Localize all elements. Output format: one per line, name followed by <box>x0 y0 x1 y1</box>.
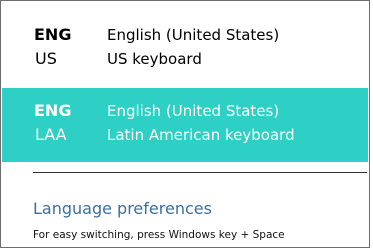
language-preferences-link[interactable]: Language preferences <box>33 199 212 219</box>
language-name: English (United States) <box>107 102 280 120</box>
keyboard-name: US keyboard <box>107 50 202 68</box>
input-method-flyout: ENG US English (United States) US keyboa… <box>0 0 370 248</box>
language-name: English (United States) <box>107 26 280 44</box>
language-code: ENG <box>34 101 72 120</box>
switching-hint: For easy switching, press Windows key + … <box>33 229 285 241</box>
input-method-item-eng-us[interactable]: ENG US English (United States) US keyboa… <box>2 12 368 86</box>
keyboard-name: Latin American keyboard <box>107 126 295 144</box>
divider <box>33 172 367 173</box>
keyboard-code: LAA <box>35 125 67 144</box>
keyboard-code: US <box>35 49 57 68</box>
language-code: ENG <box>34 25 72 44</box>
input-method-item-eng-laa[interactable]: ENG LAA English (United States) Latin Am… <box>2 88 368 162</box>
